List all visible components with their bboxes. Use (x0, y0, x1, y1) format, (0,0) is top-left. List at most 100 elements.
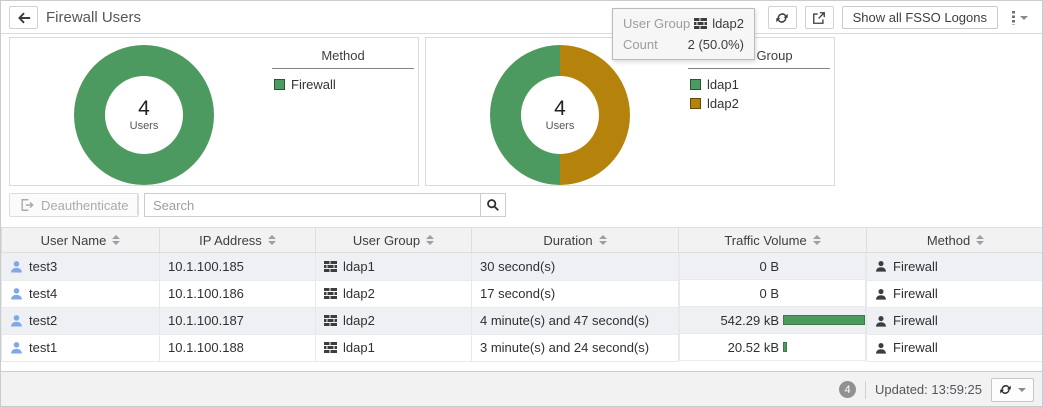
method-legend-title: Method (272, 48, 414, 69)
open-in-new-window-button[interactable] (805, 6, 834, 29)
method-donut-center: 4 Users (105, 76, 183, 154)
method: Firewall (893, 286, 938, 301)
person-icon (875, 315, 887, 327)
search-input[interactable] (144, 193, 480, 217)
back-arrow-icon (17, 11, 31, 25)
legend-item-ldap1[interactable]: ldap1 (690, 77, 830, 92)
legend-item-ldap2[interactable]: ldap2 (690, 96, 830, 111)
page-title: Firewall Users (46, 1, 141, 34)
tooltip-value: ldap2 (694, 16, 744, 31)
updated-timestamp: Updated: 13:59:25 (875, 382, 982, 397)
method: Firewall (893, 313, 938, 328)
refresh-button[interactable] (768, 6, 797, 29)
user-group-donut-label: Users (546, 120, 575, 132)
user-group: ldap2 (343, 286, 375, 301)
chevron-down-icon (1018, 388, 1026, 392)
external-link-icon (812, 11, 826, 25)
sort-icon[interactable] (112, 235, 120, 245)
user-icon (10, 341, 23, 354)
ip-address: 10.1.100.188 (168, 340, 244, 355)
traffic-volume: 20.52 kB (680, 340, 779, 355)
duration: 17 second(s) (480, 286, 555, 301)
logout-icon (20, 198, 34, 212)
user-group: ldap2 (343, 313, 375, 328)
sort-icon[interactable] (599, 235, 607, 245)
traffic-bar (783, 315, 865, 325)
user-name: test2 (29, 313, 57, 328)
chart-tooltip: User Group ldap2 Count 2 (50.0%) (612, 8, 755, 60)
refresh-icon (999, 383, 1012, 396)
table-row[interactable]: test2 10.1.100.187 ldap2 4 minute(s) and… (2, 307, 1043, 334)
legend-label: ldap2 (707, 96, 739, 111)
ip-address: 10.1.100.185 (168, 259, 244, 274)
vertical-dots-icon (1012, 11, 1015, 25)
legend-label: ldap1 (707, 77, 739, 92)
legend-swatch (690, 98, 701, 109)
search-box (144, 193, 506, 217)
tooltip-label: User Group (623, 16, 690, 31)
sort-icon[interactable] (268, 235, 276, 245)
user-group-icon (324, 288, 337, 299)
duration: 3 minute(s) and 24 second(s) (480, 340, 649, 355)
column-header-user-name[interactable]: User Name (2, 228, 160, 253)
method-chart-panel: 4 Users Method Firewall (9, 37, 419, 186)
method-donut-chart[interactable]: 4 Users (74, 45, 214, 185)
traffic-volume: 0 B (680, 286, 779, 301)
deauthenticate-button[interactable]: Deauthenticate (9, 193, 139, 217)
user-icon (10, 260, 23, 273)
person-icon (875, 342, 887, 354)
legend-item-firewall[interactable]: Firewall (274, 77, 414, 92)
column-header-method[interactable]: Method (867, 228, 1043, 253)
back-button[interactable] (9, 6, 38, 29)
topbar-actions: Show all FSSO Logons (768, 6, 1034, 29)
duration: 4 minute(s) and 47 second(s) (480, 313, 649, 328)
row-count-badge: 4 (839, 381, 856, 398)
user-group-icon (694, 18, 707, 29)
table-row[interactable]: test1 10.1.100.188 ldap1 3 minute(s) and… (2, 334, 1043, 361)
legend-swatch (274, 79, 285, 90)
column-header-traffic-volume[interactable]: Traffic Volume (679, 228, 867, 253)
user-name: test4 (29, 286, 57, 301)
user-group-donut-chart[interactable]: 4 Users (490, 45, 630, 185)
legend-label: Firewall (291, 77, 336, 92)
chevron-down-icon (1020, 16, 1028, 20)
method-donut-value: 4 (138, 98, 150, 120)
method: Firewall (893, 340, 938, 355)
method-donut-label: Users (130, 120, 159, 132)
search-button[interactable] (480, 193, 506, 217)
user-group-donut-value: 4 (554, 98, 566, 120)
person-icon (875, 288, 887, 300)
user-group-icon (324, 342, 337, 353)
duration: 30 second(s) (480, 259, 555, 274)
user-group: ldap1 (343, 259, 375, 274)
ip-address: 10.1.100.187 (168, 313, 244, 328)
show-all-fsso-logons-button[interactable]: Show all FSSO Logons (842, 6, 998, 29)
sort-icon[interactable] (976, 235, 984, 245)
sort-icon[interactable] (813, 235, 821, 245)
legend-swatch (690, 79, 701, 90)
refresh-icon (775, 11, 789, 25)
column-header-duration[interactable]: Duration (472, 228, 679, 253)
footer-divider (865, 381, 866, 399)
traffic-volume: 542.29 kB (680, 313, 779, 328)
traffic-volume: 0 B (680, 259, 779, 274)
more-options-menu[interactable] (1006, 6, 1034, 29)
column-header-ip-address[interactable]: IP Address (160, 228, 316, 253)
table-row[interactable]: test4 10.1.100.186 ldap2 17 second(s) 0 … (2, 280, 1043, 307)
method: Firewall (893, 259, 938, 274)
traffic-bar (783, 342, 787, 352)
table-header-row: User Name IP Address User Group Duration… (2, 228, 1043, 253)
column-header-user-group[interactable]: User Group (316, 228, 472, 253)
user-group-icon (324, 315, 337, 326)
firewall-users-page: Firewall Users Show all FSSO Logons (0, 0, 1043, 407)
table-row[interactable]: test3 10.1.100.185 ldap1 30 second(s) 0 … (2, 253, 1043, 281)
user-group-icon (324, 261, 337, 272)
method-legend: Method Firewall (272, 48, 414, 92)
search-icon (486, 198, 500, 212)
auto-refresh-button[interactable] (991, 378, 1034, 402)
toolbar-divider (137, 195, 138, 215)
tooltip-value: 2 (50.0%) (688, 37, 744, 52)
user-group: ldap1 (343, 340, 375, 355)
sort-icon[interactable] (426, 235, 434, 245)
user-name: test1 (29, 340, 57, 355)
